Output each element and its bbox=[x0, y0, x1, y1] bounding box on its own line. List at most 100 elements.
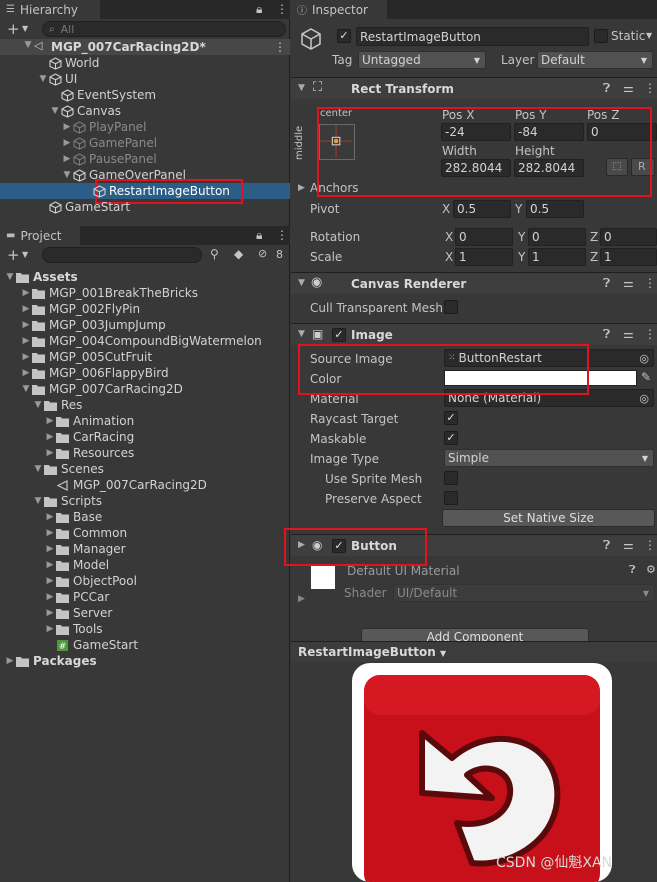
preview-dropdown[interactable]: RestartImageButton ▼ bbox=[298, 645, 446, 659]
eyedropper-icon[interactable]: ✎ bbox=[641, 370, 651, 384]
hierarchy-item[interactable]: EventSystem bbox=[49, 87, 156, 103]
expand-arrow-icon[interactable]: ▼ bbox=[32, 464, 44, 474]
expand-arrow-icon[interactable]: ▶ bbox=[44, 592, 56, 602]
button-enabled-checkbox[interactable]: ✓ bbox=[332, 539, 346, 553]
kebab-menu-icon[interactable]: ⋮ bbox=[276, 228, 288, 242]
tab-inspector[interactable]: ⓘ Inspector bbox=[291, 0, 387, 19]
chevron-down-icon[interactable]: ▼ bbox=[22, 24, 28, 33]
hierarchy-search-input[interactable]: ⌕ All bbox=[42, 21, 286, 37]
help-icon[interactable]: ❓︎ bbox=[603, 538, 610, 553]
project-item[interactable]: MGP_007CarRacing2D bbox=[44, 477, 207, 493]
project-item[interactable]: ▶ Common bbox=[44, 525, 128, 541]
expand-arrow-icon[interactable]: ▼ bbox=[20, 384, 32, 394]
help-icon[interactable]: ❓︎ bbox=[603, 327, 610, 342]
project-item[interactable]: ▶ Animation bbox=[44, 413, 135, 429]
scene-row[interactable]: ▼ ◁ MGP_007CarRacing2D* ⋮ bbox=[0, 39, 290, 55]
scale-y-field[interactable]: 1 bbox=[528, 248, 586, 266]
expand-arrow-icon[interactable]: ▶ bbox=[20, 288, 32, 298]
expand-arrow-icon[interactable]: ▶ bbox=[20, 352, 32, 362]
project-item[interactable]: ▶ PCCar bbox=[44, 589, 110, 605]
expand-arrow-icon[interactable]: ▶ bbox=[44, 416, 56, 426]
hierarchy-item[interactable]: ▼ GameOverPanel bbox=[61, 167, 186, 183]
project-search-input[interactable] bbox=[42, 247, 202, 263]
project-item[interactable]: ▶ MGP_005CutFruit bbox=[20, 349, 153, 365]
static-checkbox[interactable] bbox=[594, 29, 608, 43]
blueprint-mode-button[interactable]: ⬚ bbox=[606, 158, 628, 176]
expand-arrow-icon[interactable]: ▶ bbox=[298, 540, 305, 550]
expand-arrow-icon[interactable]: ▶ bbox=[20, 320, 32, 330]
label-tag-icon[interactable]: ◆ bbox=[234, 247, 243, 261]
project-item[interactable]: ▶ MGP_006FlappyBird bbox=[20, 365, 169, 381]
kebab-menu-icon[interactable]: ⋮ bbox=[644, 538, 656, 552]
object-picker-icon[interactable]: ◎ bbox=[639, 392, 649, 405]
project-item[interactable]: ▶ Tools bbox=[44, 621, 103, 637]
tag-dropdown[interactable]: Untagged ▼ bbox=[358, 51, 486, 69]
object-name-field[interactable]: RestartImageButton bbox=[356, 27, 589, 46]
canvas-renderer-header[interactable]: ▼ ◉ Canvas Renderer ❓︎ ⚌ ⋮ bbox=[291, 272, 657, 294]
project-item[interactable]: ▶ Model bbox=[44, 557, 110, 573]
expand-arrow-icon[interactable]: ▶ bbox=[44, 448, 56, 458]
help-icon[interactable]: ❓︎ bbox=[629, 563, 636, 577]
hierarchy-item[interactable]: GameStart bbox=[37, 199, 130, 215]
expand-arrow-icon[interactable]: ▶ bbox=[44, 624, 56, 634]
scale-z-field[interactable]: 1 bbox=[600, 248, 657, 266]
preserve-aspect-checkbox[interactable] bbox=[444, 491, 458, 505]
expand-arrow-icon[interactable]: ▼ bbox=[49, 106, 61, 116]
expand-arrow-icon[interactable]: ▶ bbox=[20, 336, 32, 346]
pivot-x-field[interactable]: 0.5 bbox=[453, 200, 511, 218]
project-item[interactable]: ▶ MGP_001BreakTheBricks bbox=[20, 285, 198, 301]
expand-arrow-icon[interactable]: ▶ bbox=[44, 560, 56, 570]
filter-type-icon[interactable]: ⚲ bbox=[210, 247, 219, 261]
expand-arrow-icon[interactable]: ▼ bbox=[298, 83, 305, 93]
project-item[interactable]: ▶ MGP_003JumpJump bbox=[20, 317, 166, 333]
project-item[interactable]: ▶ CarRacing bbox=[44, 429, 135, 445]
layer-dropdown[interactable]: Default ▼ bbox=[537, 51, 653, 69]
lock-icon[interactable]: 🔒︎ bbox=[256, 2, 262, 17]
material-expand-arrow[interactable]: ▶ bbox=[298, 594, 305, 604]
kebab-menu-icon[interactable]: ⋮ bbox=[276, 2, 288, 16]
chevron-down-icon[interactable]: ▼ bbox=[22, 250, 28, 259]
expand-arrow-icon[interactable]: ▶ bbox=[44, 576, 56, 586]
expand-arrow-icon[interactable]: ▼ bbox=[22, 40, 34, 50]
expand-arrow-icon[interactable]: ▼ bbox=[4, 272, 16, 282]
project-item[interactable]: ▼ Scenes bbox=[32, 461, 104, 477]
raycast-checkbox[interactable]: ✓ bbox=[444, 411, 458, 425]
anchors-label[interactable]: Anchors bbox=[310, 181, 359, 195]
kebab-menu-icon[interactable]: ⋮ bbox=[644, 276, 656, 290]
expand-arrow-icon[interactable]: ▼ bbox=[32, 400, 44, 410]
expand-arrow-icon[interactable]: ▼ bbox=[298, 278, 305, 288]
help-icon[interactable]: ❓︎ bbox=[603, 276, 610, 291]
kebab-menu-icon[interactable]: ⋮ bbox=[644, 81, 656, 95]
image-enabled-checkbox[interactable]: ✓ bbox=[332, 328, 346, 342]
source-image-field[interactable]: ⁙ ButtonRestart ◎ bbox=[444, 349, 654, 367]
hierarchy-item[interactable]: ▼ Canvas bbox=[49, 103, 122, 119]
raw-edit-button[interactable]: R bbox=[631, 158, 655, 176]
hierarchy-item[interactable]: ▼ UI bbox=[37, 71, 78, 87]
project-item[interactable]: ▼ Res bbox=[32, 397, 83, 413]
rect-transform-header[interactable]: ▼ ⛶ Rect Transform ❓︎ ⚌ ⋮ bbox=[291, 77, 657, 99]
posx-field[interactable]: -24 bbox=[441, 123, 511, 141]
expand-arrow-icon[interactable]: ▶ bbox=[20, 304, 32, 314]
height-field[interactable]: 282.8044 bbox=[514, 159, 584, 177]
maskable-checkbox[interactable]: ✓ bbox=[444, 431, 458, 445]
hierarchy-item[interactable]: ▶ PausePanel bbox=[61, 151, 157, 167]
hierarchy-item[interactable]: ▶ GamePanel bbox=[61, 135, 158, 151]
project-item[interactable]: ▶ Server bbox=[44, 605, 113, 621]
width-field[interactable]: 282.8044 bbox=[441, 159, 511, 177]
rotation-y-field[interactable]: 0 bbox=[528, 228, 586, 246]
expand-arrow-icon[interactable]: ▶ bbox=[20, 368, 32, 378]
project-item[interactable]: ▼ Scripts bbox=[32, 493, 103, 509]
presets-icon[interactable]: ⚌ bbox=[623, 276, 634, 290]
expand-arrow-icon[interactable]: ▶ bbox=[4, 656, 16, 666]
tab-hierarchy[interactable]: ☰ Hierarchy bbox=[0, 0, 100, 19]
kebab-menu-icon[interactable]: ⋮ bbox=[274, 40, 286, 54]
presets-icon[interactable]: ⚌ bbox=[623, 327, 634, 341]
presets-icon[interactable]: ⚌ bbox=[623, 538, 634, 552]
presets-icon[interactable]: ⚌ bbox=[623, 81, 634, 95]
hierarchy-item[interactable]: World bbox=[37, 55, 99, 71]
expand-arrow-icon[interactable]: ▶ bbox=[61, 122, 73, 132]
add-dropdown-button[interactable]: + bbox=[7, 246, 20, 264]
expand-arrow-icon[interactable]: ▼ bbox=[32, 496, 44, 506]
hierarchy-item[interactable]: ▶ PlayPanel bbox=[61, 119, 147, 135]
object-picker-icon[interactable]: ◎ bbox=[639, 352, 649, 365]
